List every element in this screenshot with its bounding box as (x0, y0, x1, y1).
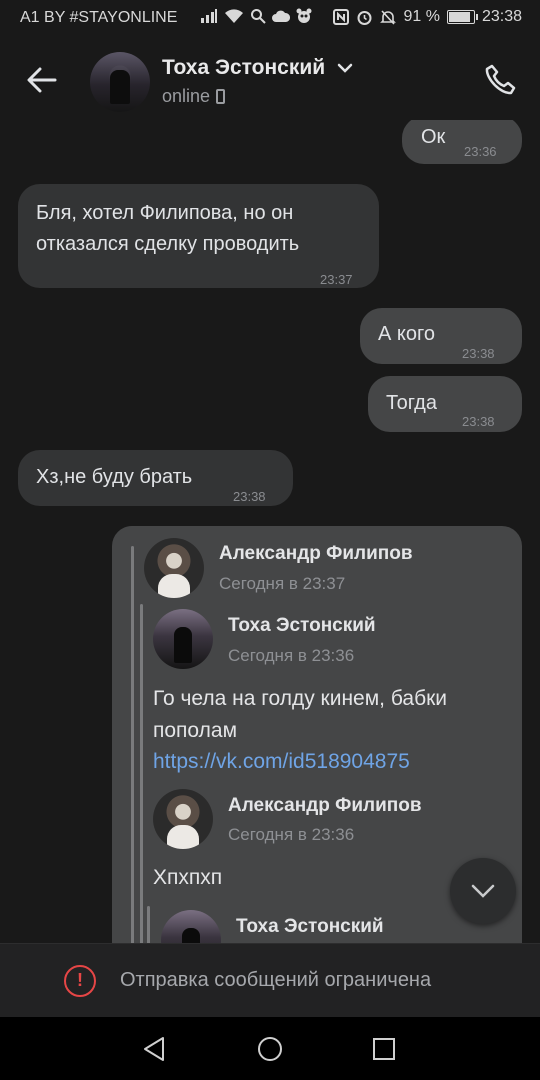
carrier-label: A1 BY #STAYONLINE (20, 9, 178, 26)
message-list[interactable]: Ок 23:36 Бля, хотел Филипова, но он отка… (0, 120, 540, 943)
messaging-restricted-bar: ! Отправка сообщений ограничена (0, 943, 540, 1017)
forward-author-name[interactable]: Александр Филипов (228, 795, 422, 817)
message-time: 23:37 (320, 272, 353, 287)
status-right: 91 % 23:38 (333, 8, 522, 26)
forward-author-avatar[interactable] (153, 609, 213, 669)
forward-date: Сегодня в 23:37 (219, 574, 346, 593)
circle-home-icon (258, 1037, 282, 1061)
status-icons (200, 8, 312, 24)
signal-icon (201, 9, 217, 23)
forward-author-name[interactable]: Александр Филипов (219, 543, 413, 565)
contact-status: online (162, 86, 226, 107)
arrow-left-icon (27, 67, 57, 93)
contact-name-button[interactable]: Тоха Эстонский (162, 56, 353, 80)
scroll-down-button[interactable] (450, 858, 516, 924)
online-status: online (162, 86, 211, 106)
mute-icon (380, 9, 397, 25)
call-button[interactable] (480, 60, 520, 100)
nav-recents-button[interactable] (370, 1035, 398, 1063)
search-icon (251, 9, 266, 24)
forward-author-avatar[interactable] (161, 910, 221, 943)
message-text: Бля, хотел Филипова, но он отказался сде… (36, 202, 300, 255)
profile-link[interactable]: https://vk.com/id518904875 (153, 750, 410, 774)
forward-author-name[interactable]: Тоха Эстонский (236, 916, 384, 938)
system-navigation-bar (0, 1017, 540, 1080)
cloud-icon (272, 10, 290, 22)
triangle-back-icon (144, 1037, 164, 1061)
mobile-icon (216, 89, 226, 104)
message-bubble[interactable]: Тогда 23:38 (368, 376, 522, 432)
restriction-text: Отправка сообщений ограничена (120, 969, 432, 991)
forward-indent-line (140, 604, 143, 943)
forward-date: Сегодня в 23:36 (228, 825, 355, 844)
message-bubble[interactable]: А кого 23:38 (360, 308, 522, 364)
forward-author-name[interactable]: Тоха Эстонский (228, 615, 376, 637)
contact-avatar[interactable] (90, 52, 150, 112)
status-bar: A1 BY #STAYONLINE 91 % 23:38 (0, 0, 540, 38)
wifi-icon (225, 9, 243, 23)
forward-text: Го чела на голду кинем, бабки пополам (153, 687, 448, 742)
alarm-icon (357, 10, 372, 25)
forward-author-avatar[interactable] (144, 538, 204, 598)
message-text: Тогда (386, 392, 437, 414)
forward-author-avatar[interactable] (153, 789, 213, 849)
battery-percent: 91 % (403, 8, 440, 25)
chevron-down-icon (471, 884, 495, 898)
forward-date: Сегодня в 23:36 (228, 646, 355, 665)
chevron-down-icon (337, 64, 353, 74)
battery-icon (446, 10, 478, 24)
contact-name: Тоха Эстонский (162, 56, 326, 79)
battery-level (448, 12, 470, 22)
forward-indent-line (131, 546, 134, 943)
message-time: 23:38 (462, 346, 495, 361)
chat-header: Тоха Эстонский online (0, 38, 540, 120)
square-recents-icon (373, 1038, 395, 1060)
panda-icon (296, 8, 312, 23)
message-text: Хз,не буду брать (36, 466, 193, 488)
message-bubble[interactable]: Бля, хотел Филипова, но он отказался сде… (18, 184, 379, 288)
forward-indent-line (147, 906, 150, 943)
message-bubble[interactable]: Ок 23:36 (402, 120, 522, 164)
message-time: 23:38 (462, 414, 495, 429)
message-bubble[interactable]: Хз,не буду брать 23:38 (18, 450, 293, 506)
clock: 23:38 (481, 8, 522, 25)
warning-icon: ! (64, 965, 96, 997)
message-text: А кого (378, 323, 435, 345)
nav-back-button[interactable] (140, 1035, 168, 1063)
nfc-icon (333, 9, 350, 25)
message-time: 23:36 (464, 144, 497, 159)
phone-icon (485, 64, 516, 95)
forward-text: Хпхпхп (153, 866, 223, 889)
message-time: 23:38 (233, 489, 266, 504)
message-text: Ок (421, 126, 446, 148)
nav-home-button[interactable] (256, 1035, 284, 1063)
back-button[interactable] (22, 60, 62, 100)
